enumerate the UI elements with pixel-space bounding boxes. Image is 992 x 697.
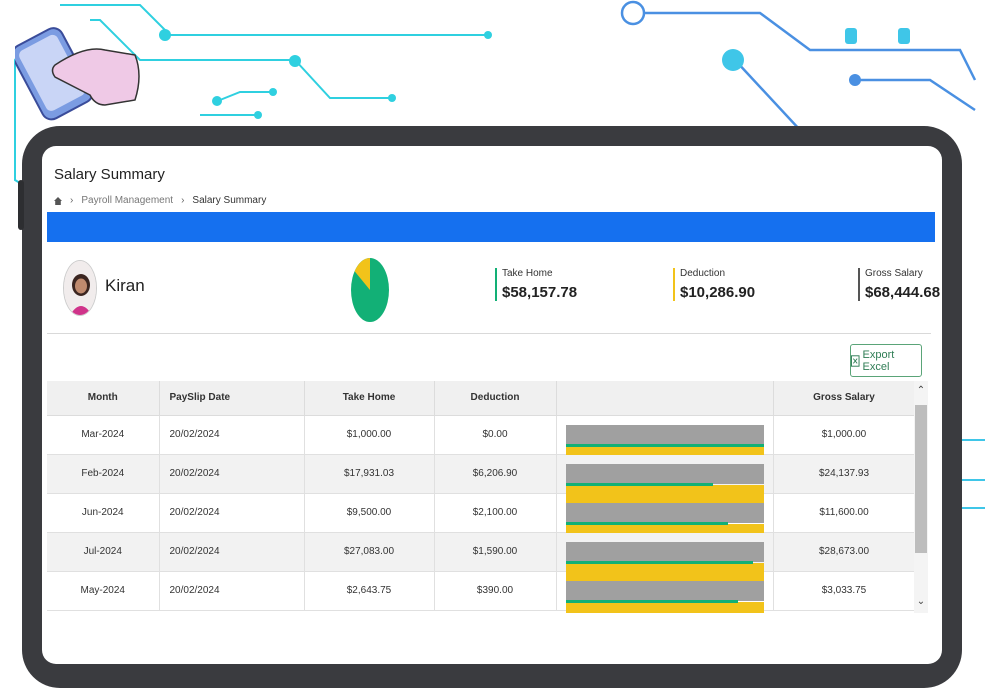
table-row[interactable]: Mar-2024 20/02/2024 $1,000.00 $0.00 $1,000.0… [47, 415, 916, 464]
chevron-right-icon: › [181, 195, 185, 206]
cell-month: May-2024 [47, 571, 160, 611]
page-title: Salary Summary [54, 166, 165, 183]
scrollbar-thumb[interactable] [915, 405, 927, 553]
gross-salary-bar [565, 463, 764, 484]
gross-salary-bar [565, 502, 764, 523]
tablet-button [18, 180, 24, 230]
cell-take-home: $2,643.75 [304, 571, 435, 611]
cell-gross-salary: $1,000.00 [773, 415, 916, 455]
chevron-up-icon[interactable]: ⌃ [914, 385, 928, 396]
gross-salary-bar [565, 580, 764, 601]
table-row[interactable]: May-2024 20/02/2024 $2,643.75 $390.00 $3,033… [47, 571, 916, 613]
salary-table-container: Month PaySlip Date Take Home Deduction G… [47, 381, 931, 613]
home-icon[interactable] [54, 196, 62, 205]
salary-table: Month PaySlip Date Take Home Deduction G… [47, 381, 916, 613]
table-row[interactable]: Jul-2024 20/02/2024 $27,083.00 $1,590.00 $28… [47, 532, 916, 581]
employee-summary: Kiran Take Home $58,157.78 Deduction $10… [47, 242, 940, 334]
cell-gross-salary: $24,137.93 [773, 454, 916, 494]
breadcrumb-item-payroll[interactable]: Payroll Management [81, 195, 173, 206]
table-header-row: Month PaySlip Date Take Home Deduction G… [47, 381, 916, 416]
cell-month: Feb-2024 [47, 454, 160, 494]
cell-payslip-date: 20/02/2024 [159, 454, 305, 494]
breadcrumb: › Payroll Management › Salary Summary [54, 195, 266, 206]
cell-payslip-date: 20/02/2024 [159, 493, 305, 533]
header-banner [47, 212, 935, 242]
cell-salary-bars [556, 571, 774, 613]
cell-payslip-date: 20/02/2024 [159, 415, 305, 455]
cell-payslip-date: 20/02/2024 [159, 532, 305, 572]
cell-salary-bars [556, 532, 774, 581]
take-home-bar [565, 482, 713, 486]
column-header-take-home[interactable]: Take Home [304, 381, 435, 416]
cell-take-home: $1,000.00 [304, 415, 435, 455]
column-header-payslip-date[interactable]: PaySlip Date [159, 381, 305, 416]
excel-file-icon [851, 354, 860, 367]
cell-month: Jul-2024 [47, 532, 160, 572]
cell-salary-bars [556, 454, 774, 503]
deduction-stat: Deduction $10,286.90 [673, 268, 755, 301]
export-excel-button[interactable]: Export Excel [850, 344, 922, 377]
cell-gross-salary: $3,033.75 [773, 571, 916, 611]
cell-gross-salary: $28,673.00 [773, 532, 916, 572]
gross-salary-label: Gross Salary [865, 268, 923, 279]
gross-salary-bar [565, 541, 764, 562]
cell-deduction: $0.00 [434, 415, 557, 455]
take-home-bar [565, 443, 764, 447]
cell-gross-salary: $11,600.00 [773, 493, 916, 533]
cell-payslip-date: 20/02/2024 [159, 571, 305, 611]
chevron-right-icon: › [70, 195, 74, 206]
gross-salary-bar [565, 424, 764, 445]
illustration-stage: Salary Summary › Payroll Management › Sa… [0, 0, 992, 697]
take-home-bar [565, 599, 738, 603]
cell-deduction: $6,206.90 [434, 454, 557, 494]
column-header-month[interactable]: Month [47, 381, 160, 416]
chevron-down-icon[interactable]: ⌄ [914, 596, 928, 607]
table-scrollbar[interactable]: ⌃ ⌄ [914, 381, 928, 613]
cell-deduction: $2,100.00 [434, 493, 557, 533]
cell-take-home: $27,083.00 [304, 532, 435, 572]
pointing-hand-icon [15, 27, 140, 121]
deduction-label: Deduction [680, 268, 726, 279]
breadcrumb-item-current: Salary Summary [192, 195, 267, 206]
gross-salary-stat: Gross Salary $68,444.68 [858, 268, 940, 301]
salary-pie-chart [351, 258, 389, 322]
take-home-label: Take Home [502, 268, 553, 279]
take-home-bar [565, 521, 728, 525]
cell-deduction: $390.00 [434, 571, 557, 611]
cell-month: Mar-2024 [47, 415, 160, 455]
column-header-chart [556, 381, 774, 416]
employee-name: Kiran [105, 276, 145, 295]
cell-month: Jun-2024 [47, 493, 160, 533]
cell-salary-bars [556, 493, 774, 542]
cell-salary-bars [556, 415, 774, 464]
take-home-value: $58,157.78 [502, 284, 578, 301]
cell-take-home: $9,500.00 [304, 493, 435, 533]
export-excel-label: Export Excel [862, 348, 895, 373]
deduction-value: $10,286.90 [680, 284, 756, 301]
column-header-gross-salary[interactable]: Gross Salary [773, 381, 916, 416]
app-screen: Salary Summary › Payroll Management › Sa… [42, 146, 942, 664]
table-row[interactable]: Jun-2024 20/02/2024 $9,500.00 $2,100.00 $11,… [47, 493, 916, 542]
salary-bars [565, 580, 764, 613]
cell-take-home: $17,931.03 [304, 454, 435, 494]
take-home-bar [565, 560, 753, 564]
cell-deduction: $1,590.00 [434, 532, 557, 572]
take-home-stat: Take Home $58,157.78 [495, 268, 577, 301]
table-row[interactable]: Feb-2024 20/02/2024 $17,931.03 $6,206.90 $24… [47, 454, 916, 503]
avatar [63, 260, 97, 316]
gross-salary-value: $68,444.68 [865, 284, 941, 301]
column-header-deduction[interactable]: Deduction [434, 381, 557, 416]
deduction-bar [565, 601, 764, 613]
